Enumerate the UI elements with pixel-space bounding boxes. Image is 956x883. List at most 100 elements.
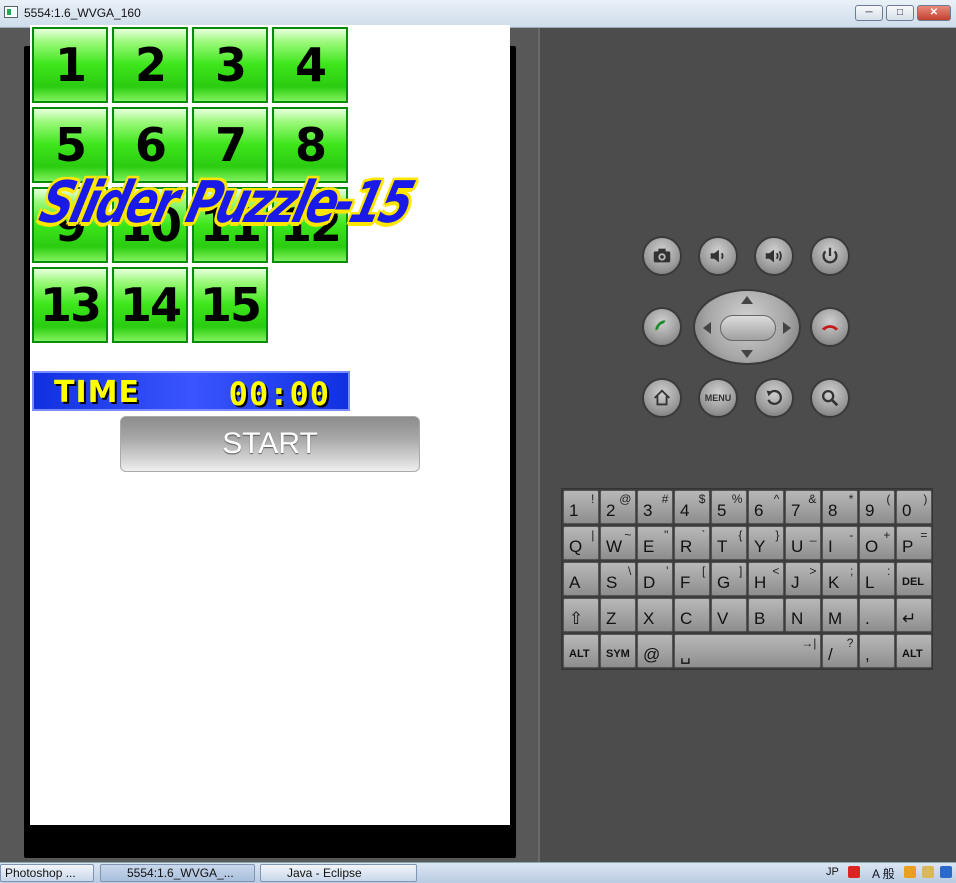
key-u[interactable]: U _ (785, 526, 822, 560)
power-icon[interactable] (810, 236, 850, 276)
key-symbol[interactable]: @ (637, 634, 674, 668)
key-t[interactable]: T{ (711, 526, 748, 560)
key-8[interactable]: 8 * (822, 490, 859, 524)
key-0[interactable]: 0) (896, 490, 933, 524)
key-5[interactable]: 5% (711, 490, 748, 524)
key-c[interactable]: C (674, 598, 711, 632)
key-6[interactable]: 6 ^ (748, 490, 785, 524)
puzzle-tile[interactable]: 3 (192, 27, 268, 103)
volume-down-icon[interactable] (698, 236, 738, 276)
tray-ime-icon[interactable] (904, 866, 916, 878)
dpad-up-icon[interactable] (741, 296, 753, 304)
start-button[interactable]: START (120, 416, 420, 472)
key-p[interactable]: P = (896, 526, 933, 560)
maximize-button[interactable]: □ (886, 5, 914, 21)
key-y[interactable]: Y} (748, 526, 785, 560)
menu-label: MENU (704, 393, 732, 403)
tray-network-icon[interactable] (940, 866, 952, 878)
call-icon[interactable] (642, 307, 682, 347)
dpad-left-icon[interactable] (703, 322, 711, 334)
taskbar-item-photoshop[interactable]: Photoshop ... (0, 864, 94, 882)
search-icon[interactable] (810, 378, 850, 418)
key-k[interactable]: K; (822, 562, 859, 596)
time-bar: TIME 00:00 (32, 371, 350, 413)
device-screen[interactable]: 1 2 3 4 5 6 7 8 9 10 11 12 13 14 15 Slider Puzzle-15 T… (30, 25, 510, 825)
tray-tools-icon[interactable] (922, 866, 934, 878)
key-alt-label: = (920, 528, 928, 542)
tray-lang[interactable]: JP (826, 866, 839, 878)
key-7[interactable]: 7 & (785, 490, 822, 524)
puzzle-tile[interactable]: 14 (112, 267, 188, 343)
key-sym[interactable]: SYM (600, 634, 637, 668)
key-r[interactable]: R ` (674, 526, 711, 560)
key-m[interactable]: M (822, 598, 859, 632)
key-alt[interactable]: ALT (563, 634, 600, 668)
key-9[interactable]: 9( (859, 490, 896, 524)
key-b[interactable]: B (748, 598, 785, 632)
dpad[interactable] (693, 289, 801, 365)
dpad-right-icon[interactable] (783, 322, 791, 334)
menu-button[interactable]: MENU (698, 378, 738, 418)
taskbar-item-label: 5554:1.6_WVGA_... (127, 866, 234, 880)
key-z[interactable]: Z (600, 598, 637, 632)
key-2[interactable]: 2 @ (600, 490, 637, 524)
dpad-down-icon[interactable] (741, 350, 753, 358)
key-alt-label: " (664, 528, 669, 542)
back-icon[interactable] (754, 378, 794, 418)
tray-help-icon[interactable] (848, 866, 860, 878)
puzzle-tile[interactable]: 1 (32, 27, 108, 103)
key-e[interactable]: E " (637, 526, 674, 560)
key-symbol[interactable]: , (859, 634, 896, 668)
key-q[interactable]: Q | (563, 526, 600, 560)
key-label: C (680, 609, 693, 628)
key-alt-label: ' (666, 564, 669, 578)
tray-ime[interactable]: A 般 (872, 865, 895, 882)
key-symbol[interactable]: ⇧ (563, 598, 600, 632)
key-symbol[interactable]: . (859, 598, 896, 632)
key-alt[interactable]: ALT (896, 634, 933, 668)
key-del[interactable]: DEL (896, 562, 933, 596)
key-n[interactable]: N (785, 598, 822, 632)
volume-up-icon[interactable] (754, 236, 794, 276)
key-label: 1 (569, 501, 579, 520)
key-a[interactable]: A (563, 562, 600, 596)
key-label: L (865, 573, 875, 592)
key-i[interactable]: I- (822, 526, 859, 560)
key-j[interactable]: J > (785, 562, 822, 596)
dpad-center-button[interactable] (720, 315, 776, 341)
close-button[interactable]: ✕ (917, 5, 951, 21)
key-d[interactable]: D ' (637, 562, 674, 596)
tile-number: 2 (134, 38, 167, 92)
end-call-icon[interactable] (810, 307, 850, 347)
tile-number: 3 (214, 38, 247, 92)
key-label: F (680, 573, 691, 592)
home-icon[interactable] (642, 378, 682, 418)
qwerty-keyboard: 1! 2 @3 #4 $5% 6 ^ 7 & 8 * 9(0) Q | W ~ E " R ` T{Y} U _ I - O + P =… (561, 488, 933, 670)
minimize-button[interactable]: ─ (855, 5, 883, 21)
key-v[interactable]: V (711, 598, 748, 632)
key-l[interactable]: L: (859, 562, 896, 596)
puzzle-tile[interactable]: 4 (272, 27, 348, 103)
key-label: O (865, 537, 879, 556)
camera-icon[interactable] (642, 236, 682, 276)
key-h[interactable]: H < (748, 562, 785, 596)
puzzle-tile[interactable]: 13 (32, 267, 108, 343)
key-3[interactable]: 3 # (637, 490, 674, 524)
key-o[interactable]: O + (859, 526, 896, 560)
key-g[interactable]: G] (711, 562, 748, 596)
taskbar-item-emulator[interactable]: 5554:1.6_WVGA_... (100, 864, 255, 882)
key-symbol[interactable]: ␣ →| (674, 634, 822, 668)
key-label: H (754, 573, 767, 592)
key-s[interactable]: S \ (600, 562, 637, 596)
puzzle-tile[interactable]: 2 (112, 27, 188, 103)
key-symbol[interactable]: ↵ (896, 598, 933, 632)
key-4[interactable]: 4 $ (674, 490, 711, 524)
puzzle-tile[interactable]: 15 (192, 267, 268, 343)
key-f[interactable]: F[ (674, 562, 711, 596)
key-x[interactable]: X (637, 598, 674, 632)
key-1[interactable]: 1! (563, 490, 600, 524)
key-symbol[interactable]: /? (822, 634, 859, 668)
key-label: 2 (606, 501, 616, 520)
key-w[interactable]: W ~ (600, 526, 637, 560)
taskbar-item-eclipse[interactable]: Java - Eclipse (260, 864, 417, 882)
